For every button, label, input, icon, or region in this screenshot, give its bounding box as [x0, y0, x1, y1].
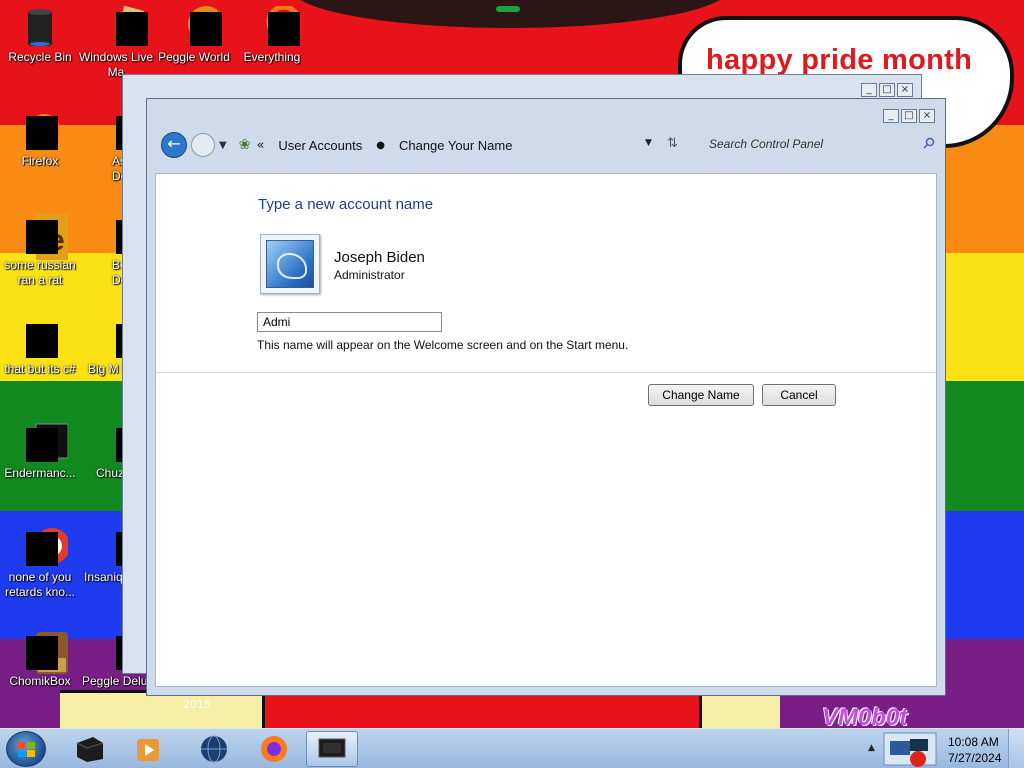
address-bar: ← ▼ ❀ « User Accounts ● Change Your Name…: [155, 127, 939, 163]
new-name-input[interactable]: [257, 312, 442, 332]
avatar: [260, 234, 320, 294]
name-hint: This name will appear on the Welcome scr…: [257, 338, 629, 352]
user-role: Administrator: [334, 268, 405, 282]
desktop-icon-some-russian[interactable]: e some russian ran a rat: [0, 214, 80, 288]
desktop-icon-label: Endermanc...: [4, 466, 76, 480]
taskbar-firefox[interactable]: [248, 731, 300, 767]
recycle-bin-icon: [22, 6, 58, 46]
desktop-icon-chomikbox[interactable]: ChomikBox: [0, 630, 80, 689]
change-name-button[interactable]: Change Name: [648, 384, 754, 406]
app-icon: [22, 422, 69, 462]
window-controls: _ □ ×: [861, 83, 913, 97]
app-icon: e: [22, 214, 68, 260]
breadcrumb-user-accounts[interactable]: User Accounts: [278, 138, 362, 153]
desktop-icon-label: Recycle Bin: [8, 50, 72, 64]
clock-date[interactable]: 7/27/2024: [948, 751, 1001, 765]
desktop-icon-label: Everything: [243, 50, 301, 64]
control-panel-icon: ❀: [238, 137, 251, 153]
page-title: Type a new account name: [258, 196, 434, 213]
windows-live-icon: [98, 5, 148, 46]
desktop-icon-label: Peggle Delu: [82, 674, 148, 688]
windows-logo-icon: [18, 742, 36, 758]
desktop-icon-that-but-its-csharp[interactable]: that but its c#: [0, 318, 80, 377]
search-box[interactable]: Search Control Panel: [697, 131, 941, 157]
minimize-button[interactable]: _: [861, 83, 877, 97]
search-icon[interactable]: [923, 137, 935, 152]
taskbar-control-panel[interactable]: [306, 731, 358, 767]
maximize-button[interactable]: □: [879, 83, 895, 97]
taskbar-globe[interactable]: [188, 731, 240, 767]
cancel-button[interactable]: Cancel: [762, 384, 836, 406]
desktop-icon-label: Firefox: [21, 154, 59, 168]
search-input[interactable]: Search Control Panel: [709, 137, 923, 151]
clock-time[interactable]: 10:08 AM: [948, 735, 999, 749]
address-dropdown[interactable]: ▼: [645, 138, 652, 148]
wallpaper-year-text: 2015: [183, 698, 211, 711]
window-controls: _ □ ×: [883, 109, 935, 123]
taskbar: ▲ 10:08 AM 7/27/2024: [0, 728, 1024, 768]
desktop-icon-label: Peggle World: [158, 50, 230, 64]
tray-expand-icon[interactable]: ▲: [868, 743, 875, 753]
desktop-icon-recycle-bin[interactable]: Recycle Bin: [0, 6, 80, 65]
firefox-icon: [22, 110, 60, 150]
desktop-icon-endermanch[interactable]: Endermanc...: [0, 422, 80, 481]
user-picture-icon: [266, 240, 314, 288]
app-icon: [22, 318, 58, 358]
divider: [156, 372, 936, 373]
chomikbox-icon: [22, 630, 68, 674]
back-button[interactable]: ←: [161, 132, 187, 158]
minimize-button[interactable]: _: [883, 109, 899, 123]
desktop-icon-none-of-you[interactable]: none of you retards kno...: [0, 526, 80, 600]
taskbar-media-player[interactable]: [122, 731, 174, 767]
app-icon: [22, 526, 70, 566]
media-player-icon: [137, 739, 159, 761]
desktop-icon-everything[interactable]: Everything: [232, 4, 312, 65]
forward-button[interactable]: [191, 133, 215, 157]
desktop-icon-label: that but its c#: [4, 362, 76, 376]
explorer-icon: [76, 737, 104, 762]
globe-icon: [201, 735, 227, 763]
user-name: Joseph Biden: [334, 249, 425, 266]
maximize-button[interactable]: □: [901, 109, 917, 123]
firefox-icon: [261, 736, 287, 762]
taskbar-explorer[interactable]: [64, 731, 116, 767]
wallpaper-cartoon-shape: [262, 696, 702, 728]
breadcrumb-change-your-name[interactable]: Change Your Name: [399, 138, 512, 153]
desktop-icon-label: some russian ran a rat: [4, 258, 76, 287]
peggle-icon: [176, 6, 224, 46]
refresh-icon[interactable]: ⇅: [667, 136, 678, 151]
desktop-icon-firefox[interactable]: Firefox: [0, 110, 80, 169]
close-button[interactable]: ×: [919, 109, 935, 123]
show-desktop-button[interactable]: [1008, 729, 1024, 768]
desktop-icon-label: ChomikBox: [9, 674, 71, 688]
desktop-icon-windows-live[interactable]: Windows Live Ma: [76, 5, 156, 80]
breadcrumb-separator[interactable]: ●: [376, 140, 385, 151]
everything-icon: [254, 4, 302, 46]
desktop-icon-peggle-world[interactable]: Peggle World: [154, 6, 234, 65]
recent-pages-dropdown[interactable]: ▼: [219, 140, 227, 151]
desktop-icon-label: none of you retards kno...: [4, 570, 76, 599]
pride-banner-text: happy pride month: [706, 44, 973, 76]
start-button[interactable]: [6, 731, 46, 767]
control-panel-icon: [318, 738, 346, 758]
content-pane: Type a new account name Joseph Biden Adm…: [155, 173, 937, 687]
close-button[interactable]: ×: [897, 83, 913, 97]
change-name-window: _ □ × ← ▼ ❀ « User Accounts ● Change You…: [146, 98, 946, 696]
network-icon: [883, 732, 937, 767]
tray-app[interactable]: [880, 731, 940, 767]
chevron-left-icon[interactable]: «: [256, 138, 264, 153]
